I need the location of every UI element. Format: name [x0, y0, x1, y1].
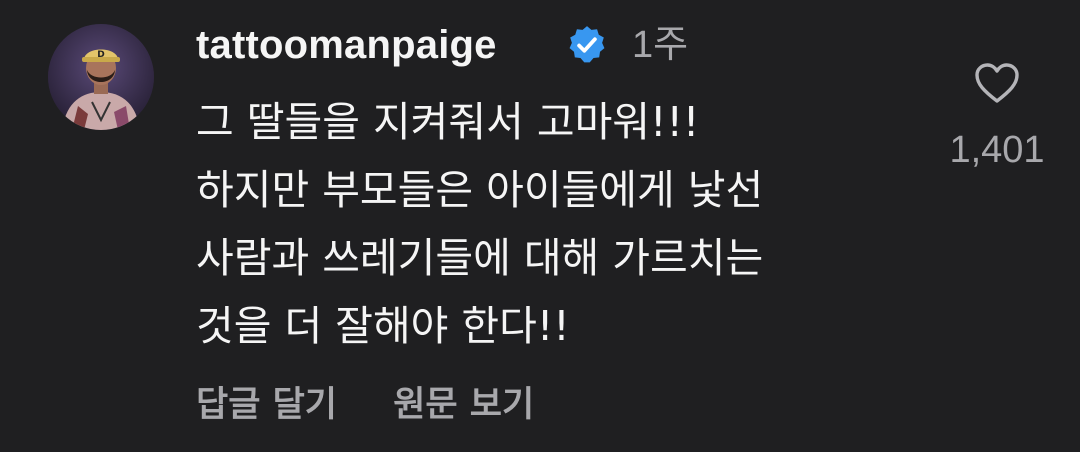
svg-text:D: D	[97, 50, 104, 60]
like-count: 1,401	[949, 129, 1045, 171]
comment-text-line: 것을 더 잘해야 한다!!	[196, 302, 570, 350]
comment-text-line: 하지만 부모들은 아이들에게 낯선	[196, 166, 764, 214]
comment-item: D tattoomanpaige 1주 그 딸들을 지켜줘서 고마워!!! 하지…	[0, 0, 1080, 452]
see-original-button[interactable]: 원문 보기	[393, 380, 534, 430]
verified-badge-icon	[566, 24, 608, 66]
comment-actions: 답글 달기 원문 보기	[196, 380, 534, 430]
heart-outline-icon[interactable]	[974, 62, 1020, 104]
comment-timestamp: 1주	[632, 24, 689, 66]
username-link[interactable]: tattoomanpaige	[196, 20, 497, 70]
avatar[interactable]: D	[48, 24, 154, 130]
comment-text: 그 딸들을 지켜줘서 고마워!!! 하지만 부모들은 아이들에게 낯선 사람과 …	[196, 88, 936, 360]
comment-text-line: 그 딸들을 지켜줘서 고마워!!!	[196, 98, 700, 146]
avatar-image: D	[48, 24, 154, 130]
comment-text-line: 사람과 쓰레기들에 대해 가르치는	[196, 234, 764, 282]
reply-button[interactable]: 답글 달기	[196, 380, 337, 430]
